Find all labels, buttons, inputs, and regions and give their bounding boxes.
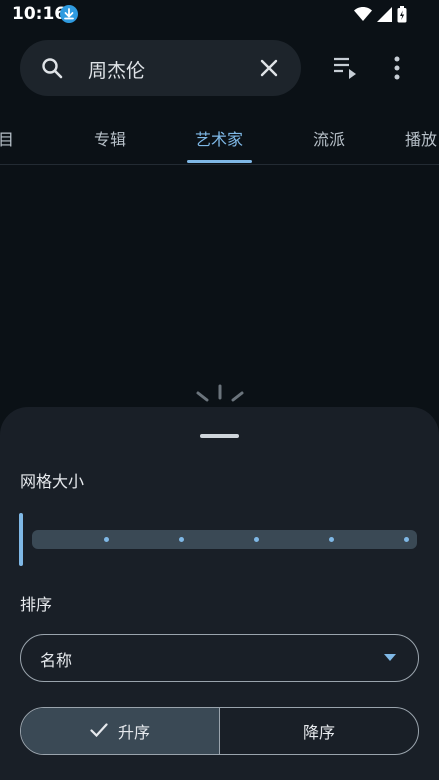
download-icon: [60, 5, 78, 23]
sort-label: 排序: [20, 595, 53, 614]
sort-field-dropdown[interactable]: 名称: [20, 634, 419, 682]
tab-songs[interactable]: 目: [0, 126, 14, 150]
playlist-play-icon[interactable]: [333, 56, 359, 84]
tab-artists[interactable]: 艺术家: [195, 126, 243, 150]
descending-label: 降序: [302, 723, 335, 742]
sort-order-toggle: 升序 降序: [20, 707, 419, 755]
slider-tick: [329, 537, 334, 542]
descending-button[interactable]: 降序: [220, 708, 418, 754]
close-icon[interactable]: [259, 58, 279, 82]
sort-field-value: 名称: [40, 651, 73, 670]
grid-size-slider[interactable]: [32, 530, 417, 549]
tab-genres[interactable]: 流派: [313, 126, 345, 150]
search-bar[interactable]: 周杰伦: [20, 40, 301, 96]
search-icon: [40, 56, 64, 84]
slider-tick: [254, 537, 259, 542]
status-time: 10:16: [12, 4, 67, 24]
slider-tick: [404, 537, 409, 542]
slider-tick: [104, 537, 109, 542]
tab-albums[interactable]: 专辑: [94, 126, 126, 150]
drag-handle[interactable]: [200, 434, 239, 438]
ascending-button[interactable]: 升序: [21, 708, 219, 754]
grid-size-label: 网格大小: [20, 472, 85, 491]
bottom-sheet: 网格大小 排序 名称 升序 降序: [0, 407, 439, 780]
grid-size-slider-thumb[interactable]: [19, 513, 23, 566]
tab-playlists[interactable]: 播放: [405, 126, 437, 150]
slider-tick: [179, 537, 184, 542]
tab-indicator: [187, 160, 252, 163]
check-icon: [90, 722, 108, 741]
search-input[interactable]: 周杰伦: [88, 56, 145, 83]
battery-icon: [397, 6, 407, 27]
status-bar: 10:16: [0, 0, 439, 30]
ascending-label: 升序: [117, 723, 150, 742]
more-vert-icon[interactable]: [394, 56, 400, 84]
tab-bar: 目 专辑 艺术家 流派 播放: [0, 112, 439, 165]
dropdown-arrow-icon: [384, 654, 396, 661]
wifi-icon: [354, 7, 372, 26]
signal-icon: [377, 7, 392, 26]
